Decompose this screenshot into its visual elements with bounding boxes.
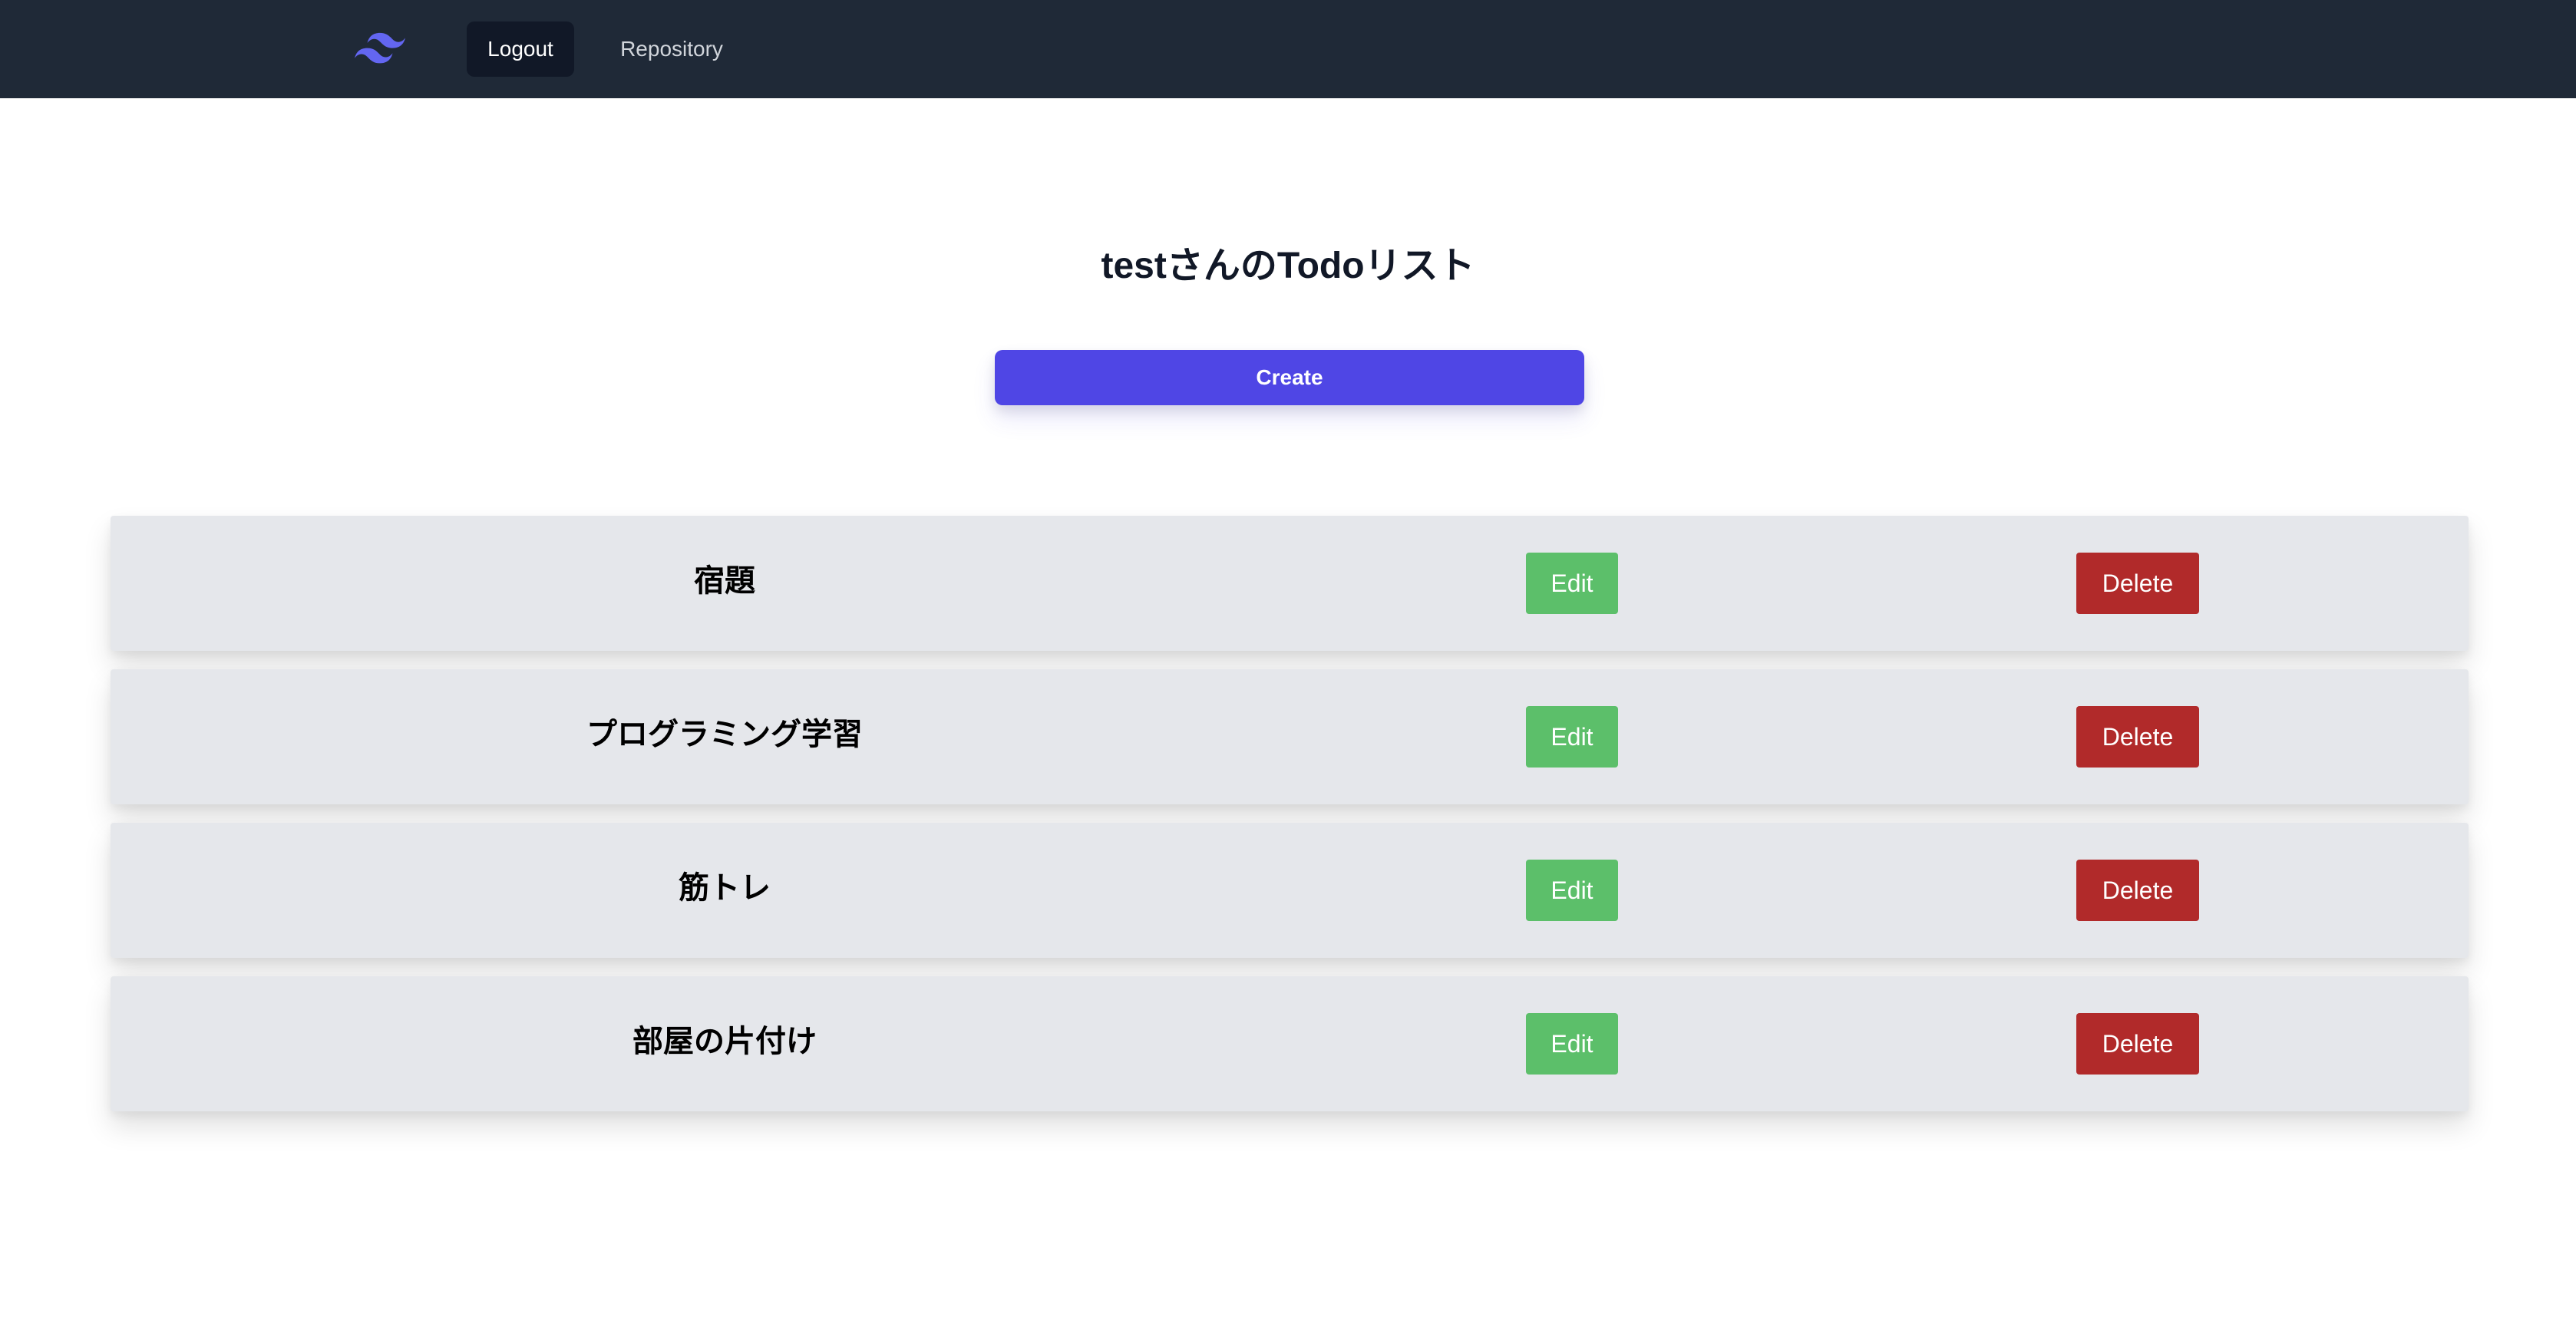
repository-link[interactable]: Repository xyxy=(599,21,745,77)
delete-button[interactable]: Delete xyxy=(2076,553,2199,614)
todo-title: 宿題 xyxy=(694,564,755,598)
delete-button[interactable]: Delete xyxy=(2076,1013,2199,1075)
navbar: Logout Repository xyxy=(0,0,2576,98)
edit-button[interactable]: Edit xyxy=(1526,1013,1618,1075)
todo-row: 筋トレ Edit Delete xyxy=(111,823,2469,958)
todo-title: 部屋の片付け xyxy=(632,1025,817,1058)
todo-list: 宿題 Edit Delete プログラミング学習 Edit Delete 筋トレ… xyxy=(111,516,2469,1130)
create-button[interactable]: Create xyxy=(995,350,1584,405)
page-title: testさんのTodoリスト xyxy=(1101,246,1475,286)
edit-button[interactable]: Edit xyxy=(1526,553,1618,614)
tailwind-wave-icon[interactable] xyxy=(355,31,405,66)
edit-button[interactable]: Edit xyxy=(1526,860,1618,921)
delete-button[interactable]: Delete xyxy=(2076,860,2199,921)
todo-title: プログラミング学習 xyxy=(586,718,863,751)
logout-button[interactable]: Logout xyxy=(467,21,574,77)
todo-row: 宿題 Edit Delete xyxy=(111,516,2469,651)
todo-row: 部屋の片付け Edit Delete xyxy=(111,976,2469,1111)
todo-title: 筋トレ xyxy=(679,871,771,905)
todo-row: プログラミング学習 Edit Delete xyxy=(111,669,2469,804)
delete-button[interactable]: Delete xyxy=(2076,706,2199,768)
edit-button[interactable]: Edit xyxy=(1526,706,1618,768)
